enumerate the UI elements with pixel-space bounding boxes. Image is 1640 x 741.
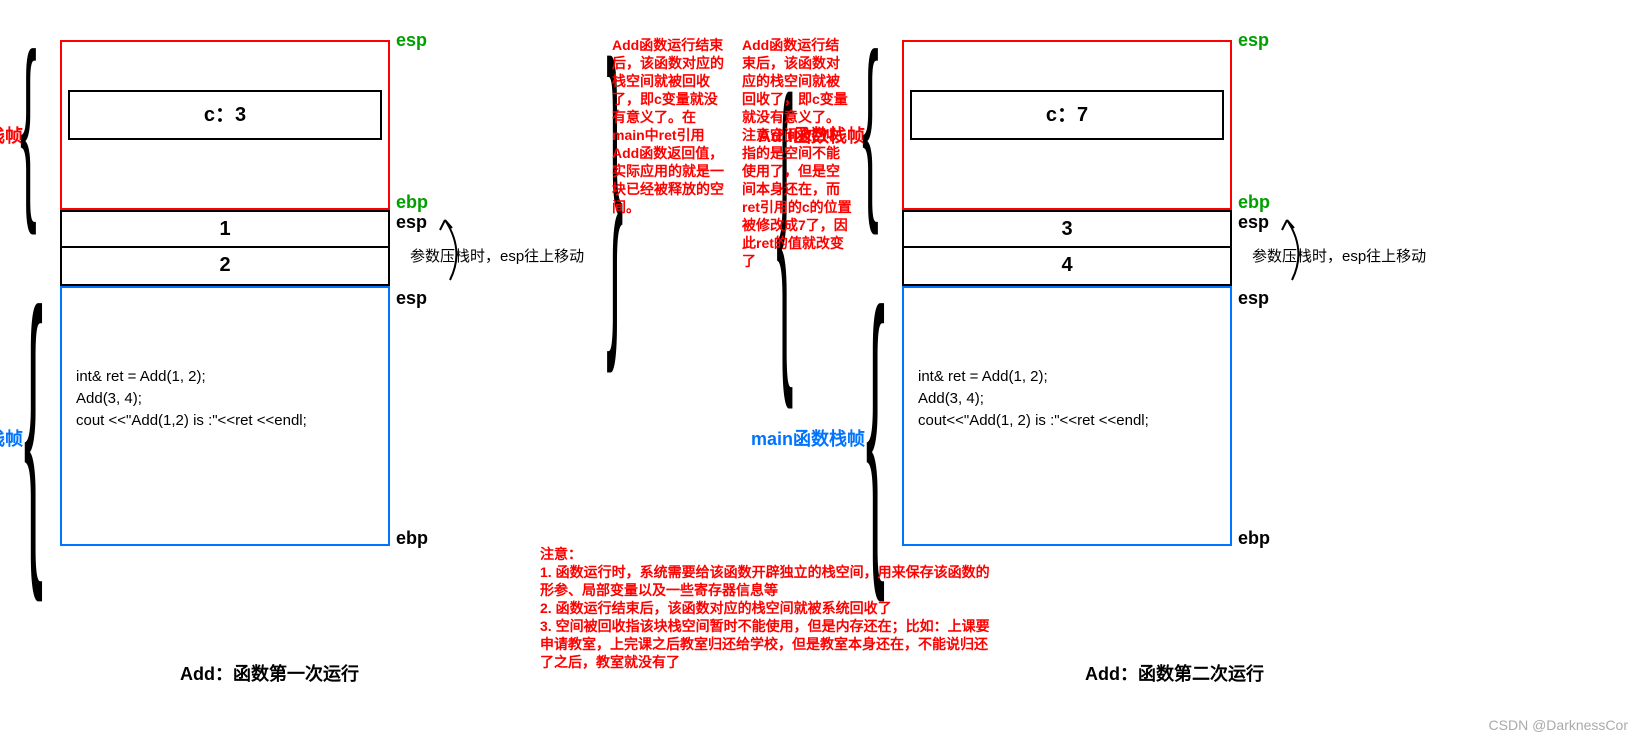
c-variable-box: c：3	[68, 90, 382, 140]
right-diagram: Add函数栈帧 main函数栈帧 { { c：7 3 4 int& ret = …	[872, 40, 1272, 546]
main-frame-label: main函数栈帧	[747, 425, 865, 451]
params-block: 1 2	[60, 210, 390, 286]
bottom-note: 注意： 1. 函数运行时，系统需要给该函数开辟独立的栈空间，用来保存该函数的形参…	[540, 545, 990, 671]
main-code: int& ret = Add(1, 2); Add(3, 4); cout <<…	[76, 366, 307, 432]
esp-label: esp	[396, 30, 427, 51]
esp-label: esp	[1238, 30, 1269, 51]
param-1: 1	[60, 210, 390, 248]
note-2: 2. 函数运行结束后，该函数对应的栈空间就被系统回收了	[540, 599, 990, 617]
stack-column: c：3 1 2 int& ret = Add(1, 2); Add(3, 4);…	[30, 40, 430, 546]
right-caption: Add：函数第二次运行	[1085, 660, 1264, 686]
arrow-icon	[1272, 210, 1312, 290]
main-code: int& ret = Add(1, 2); Add(3, 4); cout<<"…	[918, 366, 1149, 432]
param-2: 2	[60, 248, 390, 286]
ebp-main-label: ebp	[396, 528, 428, 549]
main-frame-label: main函数栈帧	[0, 425, 23, 451]
esp-black-label-2: esp	[1238, 288, 1269, 309]
param-2: 4	[902, 248, 1232, 286]
ebp-label: ebp	[1238, 192, 1270, 213]
add-stack-frame: c：3	[60, 40, 390, 210]
watermark: CSDN @DarknessCor	[1489, 717, 1628, 733]
c-variable-box: c：7	[910, 90, 1224, 140]
param-1: 3	[902, 210, 1232, 248]
left-caption: Add：函数第一次运行	[180, 660, 359, 686]
stack-column: c：7 3 4 int& ret = Add(1, 2); Add(3, 4);…	[872, 40, 1272, 546]
middle-explanation-1: Add函数运行结束后，该函数对应的栈空间就被回收了，即c变量就没有意义了。在ma…	[612, 36, 727, 216]
arrow-icon	[430, 210, 470, 290]
esp-black-label: esp	[1238, 212, 1269, 233]
add-stack-frame: c：7	[902, 40, 1232, 210]
ebp-label: ebp	[396, 192, 428, 213]
ebp-main-label: ebp	[1238, 528, 1270, 549]
main-stack-frame: int& ret = Add(1, 2); Add(3, 4); cout<<"…	[902, 286, 1232, 546]
main-stack-frame: int& ret = Add(1, 2); Add(3, 4); cout <<…	[60, 286, 390, 546]
note-3: 3. 空间被回收指该块栈空间暂时不能使用，但是内存还在；比如：上课要申请教室，上…	[540, 617, 990, 671]
esp-black-label: esp	[396, 212, 427, 233]
note-1: 1. 函数运行时，系统需要给该函数开辟独立的栈空间，用来保存该函数的形参、局部变…	[540, 563, 990, 599]
middle-explanation-2: Add函数运行结束后，该函数对应的栈空间就被回收了，即c变量就没有意义了。注意空…	[742, 36, 852, 270]
note-title: 注意：	[540, 545, 990, 563]
esp-black-label-2: esp	[396, 288, 427, 309]
params-block: 3 4	[902, 210, 1232, 286]
left-diagram: Add函数栈帧 main函数栈帧 { { c：3 1 2 int& ret = …	[30, 40, 430, 546]
